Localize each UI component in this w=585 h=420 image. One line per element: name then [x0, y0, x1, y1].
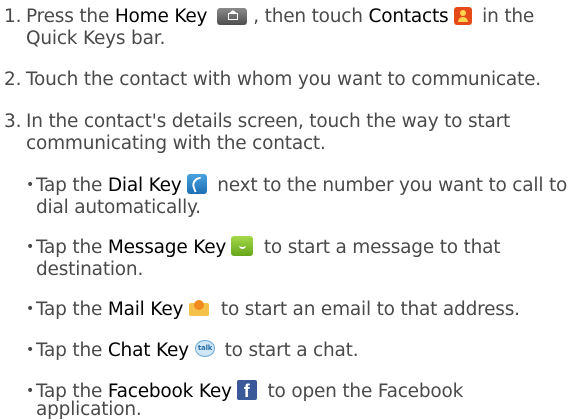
step-text: Press the — [26, 6, 115, 27]
step-number: 3. — [4, 111, 22, 132]
bullet-text: to start an email to that address. — [215, 299, 520, 320]
step-2: 2. Touch the contact with whom you want … — [4, 69, 579, 91]
bullet-dot: • — [26, 301, 35, 317]
step-text: communicating with the contact. — [26, 133, 326, 154]
contacts-label: Contacts — [368, 6, 449, 27]
bullet-text: Tap the — [36, 340, 108, 361]
step-text: In the contact's details screen, touch t… — [26, 111, 511, 132]
bullet-dot: • — [26, 342, 35, 358]
step-text: Touch the contact with whom you want to … — [26, 69, 541, 90]
dial-key-label: Dial Key — [107, 175, 182, 196]
bullet-dial: • Tap the Dial Key next to the number yo… — [26, 174, 581, 219]
bullet-text: to open the Facebook — [261, 381, 464, 402]
bullet-text: destination. — [36, 259, 144, 280]
bullet-text: Tap the — [36, 175, 108, 196]
mail-key-label: Mail Key — [107, 299, 184, 320]
bullet-text: dial automatically. — [36, 197, 201, 218]
bullet-mail: • Tap the Mail Key to start an email to … — [26, 298, 581, 321]
step-3: 3. In the contact's details screen, touc… — [4, 111, 579, 155]
bullet-chat: • Tap the Chat Key talk to start a chat. — [26, 339, 581, 362]
bullet-text: Tap the — [36, 237, 108, 258]
step-text: in the — [476, 6, 535, 27]
bullet-text: Tap the — [36, 299, 108, 320]
chat-key-icon: talk — [194, 339, 215, 359]
step-1: 1. Press the Home Key , then touch Contac… — [4, 6, 579, 50]
step-text: , then touch — [253, 6, 369, 27]
step-text: Quick Keys bar. — [26, 28, 166, 49]
bullet-text: next to the number you want to call to — [211, 175, 568, 196]
bullet-text: to start a chat. — [218, 340, 359, 361]
bullet-text: application. — [36, 399, 142, 420]
message-key-label: Message Key — [107, 237, 227, 258]
facebook-icon-letter: f — [243, 381, 250, 401]
bullet-dot: • — [26, 383, 35, 399]
bullet-facebook: • Tap the Facebook Key f to open the Face… — [26, 380, 581, 419]
step-number: 2. — [4, 69, 22, 90]
facebook-key-icon: f — [236, 380, 257, 401]
chat-key-label: Chat Key — [107, 340, 189, 361]
bullet-text: to start a message to that — [258, 237, 501, 258]
chat-icon-text: talk — [197, 344, 213, 352]
instructions-page: 1. Press the Home Key , then touch Contac… — [0, 0, 585, 419]
message-key-icon — [231, 236, 254, 256]
dial-key-icon — [186, 174, 207, 194]
contacts-icon — [453, 7, 472, 25]
home-key-label: Home Key — [114, 6, 208, 27]
bullet-dot: • — [26, 177, 35, 193]
bullet-message: • Tap the Message Key to start a message… — [26, 236, 581, 281]
home-key-icon — [217, 8, 248, 25]
bullet-dot: • — [26, 239, 35, 255]
mail-key-icon — [188, 298, 210, 318]
step-number: 1. — [4, 6, 22, 27]
